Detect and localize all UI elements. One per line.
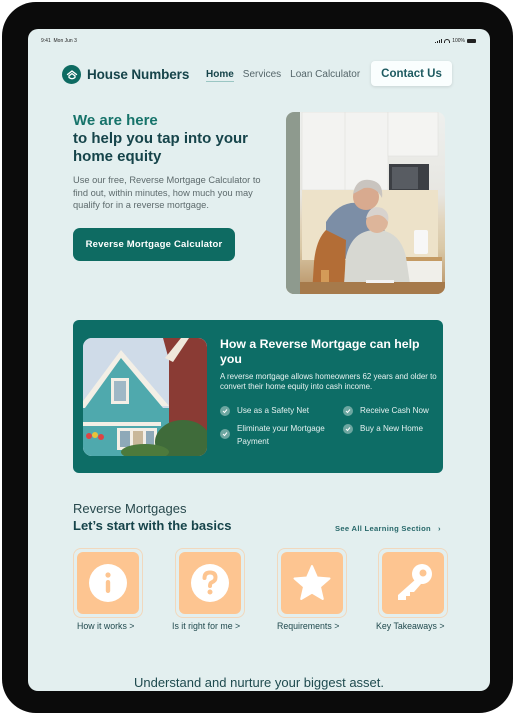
hero-eyebrow: We are here [73,112,158,129]
status-indicators: 100% [435,38,476,44]
hero-title: to help you tap into your home equity [73,130,248,165]
check-circle-icon [343,405,353,416]
tile-how-it-works[interactable]: How it works > [73,548,143,631]
status-time: 9:41 Mon Jun 3 [41,38,77,44]
tile-frame [378,548,448,618]
nav-links: Home Services Loan Calculator [206,69,360,82]
battery-percent: 100% [452,38,465,44]
key-icon [398,564,432,600]
tile-label[interactable]: Key Takeaways > [376,621,445,631]
tile-label[interactable]: Requirements > [277,621,339,631]
house-illustration [83,338,207,456]
feature-item: Buy a New Home [343,422,423,435]
feature-item: Receive Cash Now [343,404,429,417]
tile-icon-box [281,552,343,614]
feature-item: Use as a Safety Net [220,404,309,417]
see-all-learning-link[interactable]: See All Learning Section › [335,524,441,533]
tile-frame [73,548,143,618]
cellular-signal-icon [435,39,443,43]
status-clock: 9:41 [41,38,51,44]
status-date: Mon Jun 3 [53,38,77,44]
basics-title: Let’s start with the basics [73,518,232,533]
brand-name: House Numbers [87,67,190,82]
top-nav: House Numbers Home Services Loan Calcula… [28,61,490,89]
feature-label: Use as a Safety Net [237,406,309,415]
check-circle-icon [343,423,353,434]
battery-icon [467,39,476,43]
reverse-card-title: How a Reverse Mortgage can help you [220,337,420,366]
see-all-label: See All Learning Section [335,524,431,533]
status-bar: 9:41 Mon Jun 3 100% [28,29,490,51]
feature-label: Receive Cash Now [360,406,429,415]
nav-link-home[interactable]: Home [206,69,234,82]
basics-eyebrow: Reverse Mortgages [73,501,187,516]
info-icon [89,564,127,602]
tile-key-takeaways[interactable]: Key Takeaways > [376,548,448,631]
chevron-right-icon: › [437,524,441,533]
brand-logo[interactable]: House Numbers [62,65,189,84]
tile-icon-box [382,552,444,614]
tile-icon-box [77,552,139,614]
check-circle-icon [220,405,230,416]
tagline: Understand and nurture your biggest asse… [133,675,385,690]
tile-frame [175,548,245,618]
tile-label[interactable]: Is it right for me > [172,621,240,631]
tablet-frame: 9:41 Mon Jun 3 100% House Numbers Home S… [2,2,513,713]
feature-label: Eliminate your Mortgage Payment [237,424,325,446]
reverse-card-description: A reverse mortgage allows homeowners 62 … [220,372,437,391]
hero-photo [286,112,445,294]
tile-is-it-right-for-me[interactable]: Is it right for me > [172,548,245,631]
tile-requirements[interactable]: Requirements > [277,548,347,631]
tile-frame [277,548,347,618]
house-photo [83,338,207,456]
house-logo-icon [62,65,81,84]
hero-description: Use our free, Reverse Mortgage Calculato… [73,175,261,210]
reverse-mortgage-card: How a Reverse Mortgage can help you A re… [73,320,443,473]
star-icon [293,565,331,600]
check-circle-icon [220,429,230,439]
wifi-icon [444,39,451,43]
couple-illustration [286,112,445,294]
screen: 9:41 Mon Jun 3 100% House Numbers Home S… [28,29,490,691]
nav-link-services[interactable]: Services [243,69,281,82]
feature-label: Buy a New Home [360,424,423,433]
tile-label[interactable]: How it works > [77,621,134,631]
nav-link-loan-calculator[interactable]: Loan Calculator [290,69,360,82]
tile-icon-box [179,552,241,614]
question-icon [191,564,229,602]
feature-item: Eliminate your Mortgage Payment [220,422,340,448]
reverse-mortgage-calculator-button[interactable]: Reverse Mortgage Calculator [73,228,235,261]
contact-us-button[interactable]: Contact Us [371,61,452,86]
